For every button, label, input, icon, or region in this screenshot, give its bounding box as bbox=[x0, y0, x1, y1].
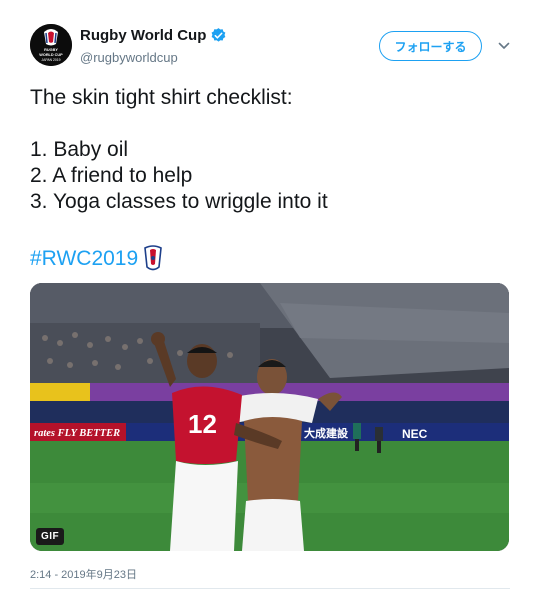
avatar-text-1: RUGBY bbox=[44, 48, 58, 52]
rwc-emoji-icon bbox=[144, 245, 163, 271]
chevron-down-icon[interactable] bbox=[497, 39, 511, 53]
gif-badge: GIF bbox=[36, 528, 65, 545]
jersey-number: 12 bbox=[188, 409, 217, 439]
hashtag-text[interactable]: #RWC2019 bbox=[30, 247, 138, 271]
author-name-text[interactable]: Rugby World Cup bbox=[80, 27, 206, 44]
avatar-text-2: WORLD CUP bbox=[39, 53, 63, 57]
tweet-line: 1. Baby oil bbox=[30, 138, 129, 161]
tweet-line: 3. Yoga classes to wriggle into it bbox=[30, 190, 328, 213]
divider bbox=[30, 588, 510, 589]
hashtag-link[interactable]: #RWC2019 bbox=[30, 245, 164, 273]
center-board-text: 大成建設 bbox=[304, 426, 349, 440]
left-board-text: rates FLY BETTER bbox=[34, 428, 120, 439]
follow-button[interactable]: フォローする bbox=[379, 31, 482, 61]
right-board-text: NEC bbox=[402, 427, 428, 441]
author-handle[interactable]: @rugbyworldcup bbox=[80, 50, 178, 65]
tweet-line: 2. A friend to help bbox=[30, 164, 193, 187]
rwc-logo-icon: RUGBY WORLD CUP JAPAN 2019 bbox=[30, 24, 72, 66]
avatar-text-3: JAPAN 2019 bbox=[41, 58, 60, 62]
tweet-line bbox=[30, 111, 510, 137]
tweet-text: The skin tight shirt checklist: 1. Baby … bbox=[30, 85, 510, 215]
author-name[interactable]: Rugby World Cup bbox=[80, 27, 227, 44]
tweet-line: The skin tight shirt checklist: bbox=[30, 86, 293, 109]
gif-scene: rates FLY BETTER 大成建設 NEC 12 bbox=[30, 283, 509, 551]
avatar[interactable]: RUGBY WORLD CUP JAPAN 2019 bbox=[30, 24, 72, 66]
timestamp[interactable]: 2:14 - 2019年9月23日 bbox=[30, 566, 137, 582]
gif-media[interactable]: rates FLY BETTER 大成建設 NEC 12 bbox=[30, 283, 509, 551]
verified-badge-icon bbox=[211, 28, 226, 42]
